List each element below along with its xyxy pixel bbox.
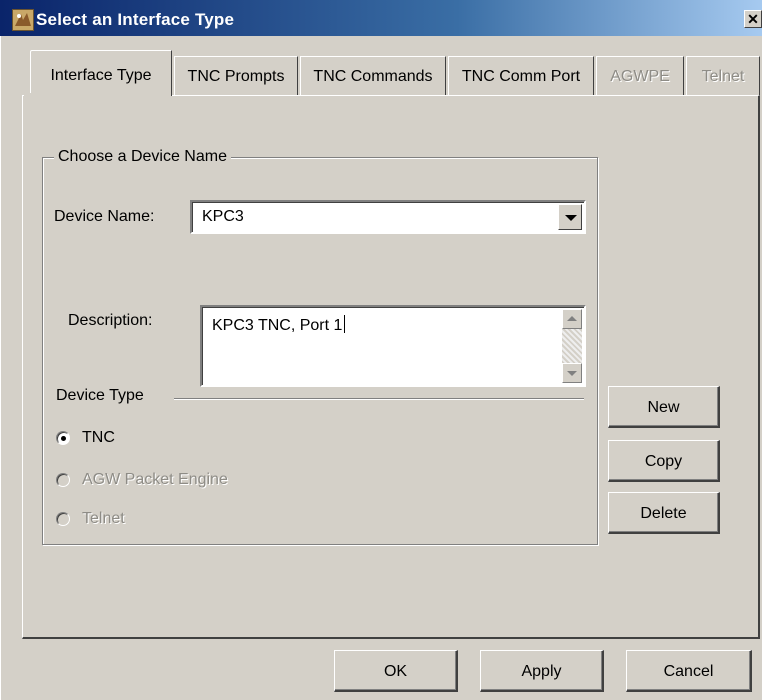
ok-button[interactable]: OK xyxy=(334,650,458,692)
tab-label: TNC Prompts xyxy=(187,68,285,85)
tab-telnet: Telnet xyxy=(686,56,760,95)
cancel-button[interactable]: Cancel xyxy=(626,650,752,692)
radio-button xyxy=(56,473,70,487)
device-type-label: Device Type xyxy=(56,387,144,404)
device-name-combo[interactable]: KPC3 xyxy=(190,200,586,234)
tab-tnc-comm-port[interactable]: TNC Comm Port xyxy=(448,56,594,95)
description-field[interactable]: KPC3 TNC, Port 1 xyxy=(200,305,586,387)
tab-tnc-commands[interactable]: TNC Commands xyxy=(300,56,446,95)
tab-label: Interface Type xyxy=(50,67,152,84)
tab-tnc-prompts[interactable]: TNC Prompts xyxy=(174,56,298,95)
copy-button[interactable]: Copy xyxy=(608,440,720,482)
device-name-value: KPC3 xyxy=(202,208,244,225)
group-legend: Choose a Device Name xyxy=(54,148,231,166)
tab-agwpe: AGWPE xyxy=(596,56,684,95)
radio-label: AGW Packet Engine xyxy=(82,471,228,488)
tab-label: TNC Commands xyxy=(313,68,433,85)
new-button[interactable]: New xyxy=(608,386,720,428)
delete-button[interactable]: Delete xyxy=(608,492,720,534)
apply-button[interactable]: Apply xyxy=(480,650,604,692)
description-scrollbar[interactable] xyxy=(562,309,582,383)
tab-label: Telnet xyxy=(701,68,745,85)
radio-label: TNC xyxy=(82,429,115,446)
description-value: KPC3 TNC, Port 1 xyxy=(212,315,346,335)
chevron-down-icon[interactable] xyxy=(558,204,582,230)
tab-interface-type[interactable]: Interface Type xyxy=(30,50,172,96)
device-name-label: Device Name: xyxy=(54,208,155,225)
close-icon[interactable]: ✕ xyxy=(744,10,762,28)
tab-label: AGWPE xyxy=(610,68,670,85)
device-type-divider xyxy=(174,398,584,400)
title-bar: Select an Interface Type ✕ xyxy=(0,0,762,36)
radio-label: Telnet xyxy=(82,510,125,527)
scroll-down-icon[interactable] xyxy=(562,363,582,383)
window-title: Select an Interface Type xyxy=(36,10,235,29)
app-icon xyxy=(12,9,34,31)
tab-label: TNC Comm Port xyxy=(461,68,581,85)
radio-button[interactable] xyxy=(56,431,70,445)
radio-button xyxy=(56,512,70,526)
description-label: Description: xyxy=(68,312,153,329)
scroll-up-icon[interactable] xyxy=(562,309,582,329)
active-tab-join xyxy=(24,93,168,97)
